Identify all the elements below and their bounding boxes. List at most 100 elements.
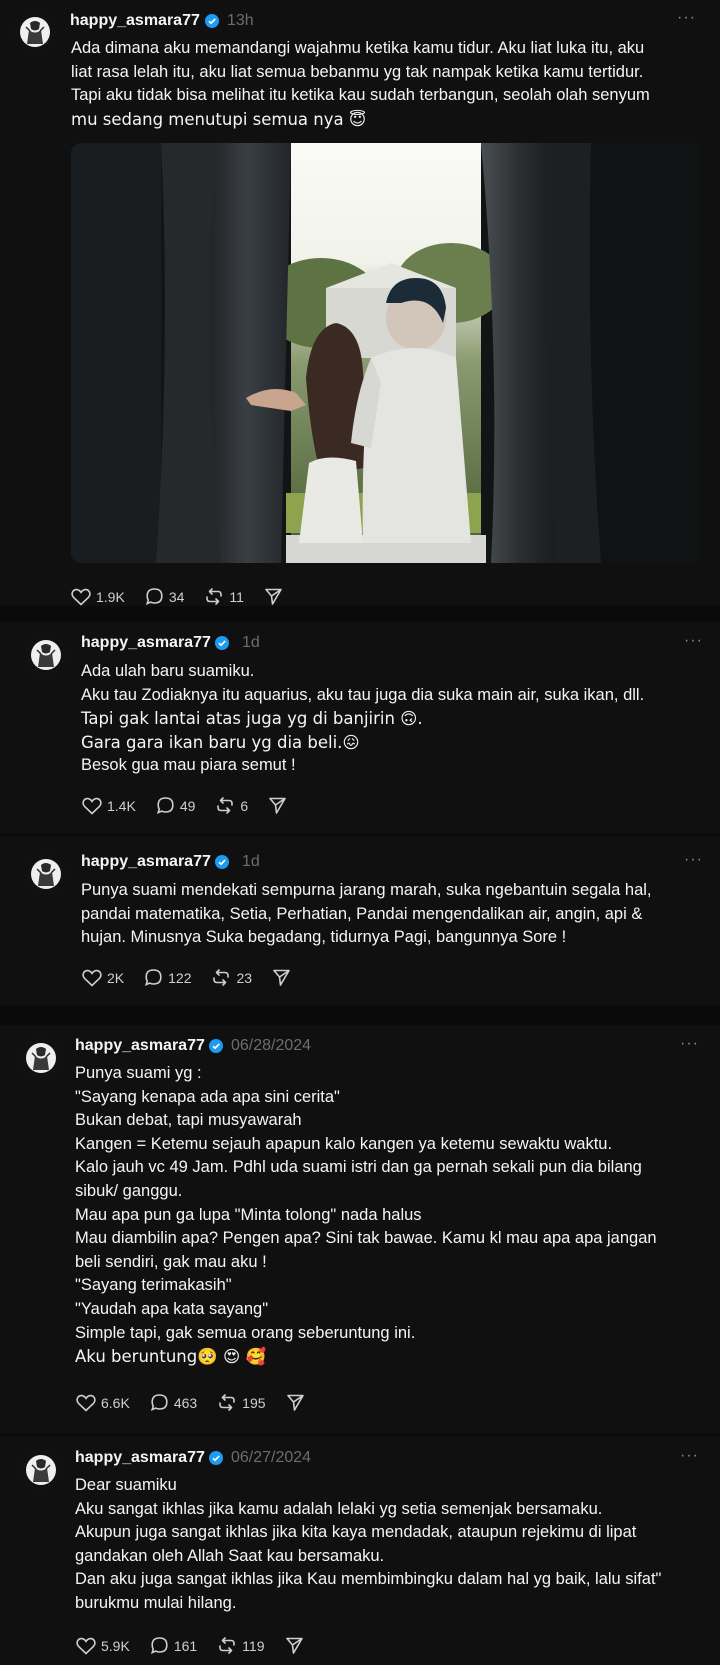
- repost-icon: [213, 969, 230, 986]
- username[interactable]: happy_asmara77: [81, 853, 211, 871]
- verified-icon: [215, 636, 229, 650]
- repost-count: 23: [236, 969, 253, 986]
- post-actions: 6.6K 463 195: [76, 1393, 330, 1412]
- post-timestamp: 1d: [242, 634, 260, 651]
- comment-icon: [145, 969, 162, 987]
- post-card: happy_asmara77 06/28/2024 ··· Punya suam…: [0, 1025, 720, 1433]
- couple-at-window-photo: [71, 143, 701, 563]
- avatar-figure-icon: [20, 1449, 62, 1491]
- like-button[interactable]: 5.9K: [76, 1637, 130, 1655]
- like-count: 6.6K: [101, 1394, 130, 1411]
- like-button[interactable]: 1.4K: [82, 797, 136, 815]
- comment-icon: [145, 588, 163, 606]
- post-timestamp: 13h: [227, 12, 254, 29]
- username[interactable]: happy_asmara77: [75, 1037, 205, 1055]
- like-button[interactable]: 6.6K: [76, 1394, 130, 1412]
- avatar[interactable]: [14, 11, 56, 53]
- comment-icon: [150, 1637, 168, 1655]
- post-text: Punya suami mendekati sempurna jarang ma…: [81, 881, 652, 947]
- share-icon: [273, 969, 290, 986]
- more-options-icon[interactable]: ···: [680, 1035, 699, 1053]
- comment-count: 463: [173, 1394, 198, 1411]
- repost-icon: [219, 1637, 235, 1654]
- verified-icon: [209, 1039, 223, 1053]
- comment-count: 49: [179, 797, 196, 814]
- comment-count: 34: [168, 588, 185, 605]
- avatar-figure-icon: [20, 1037, 62, 1079]
- post-text: Punya suami yg : "Sayang kenapa ada apa …: [75, 1064, 657, 1367]
- more-options-icon[interactable]: ···: [684, 851, 703, 869]
- post-timestamp: 06/27/2024: [231, 1449, 312, 1466]
- comment-icon: [156, 797, 174, 815]
- repost-button[interactable]: 119: [217, 1636, 265, 1655]
- like-count: 1.4K: [107, 797, 136, 814]
- post-card: happy_asmara77 1d ··· Punya suami mendek…: [0, 836, 720, 1006]
- share-icon: [265, 588, 282, 605]
- repost-icon: [217, 797, 234, 814]
- share-button[interactable]: [286, 1393, 310, 1412]
- comment-button[interactable]: 122: [144, 968, 191, 987]
- share-button[interactable]: [285, 1636, 309, 1655]
- repost-count: 11: [229, 588, 244, 605]
- share-button[interactable]: [272, 968, 296, 987]
- post-image[interactable]: [71, 143, 701, 563]
- repost-button[interactable]: 6: [215, 796, 248, 815]
- comment-icon: [150, 1394, 168, 1412]
- comment-button[interactable]: 34: [145, 587, 185, 606]
- username[interactable]: happy_asmara77: [70, 12, 200, 30]
- heart-icon: [82, 797, 102, 815]
- like-count: 1.9K: [96, 588, 125, 605]
- more-options-icon[interactable]: ···: [684, 632, 703, 650]
- repost-icon: [206, 588, 223, 605]
- heart-icon: [76, 1394, 96, 1412]
- verified-icon: [205, 14, 219, 28]
- repost-count: 6: [240, 797, 249, 814]
- avatar[interactable]: [20, 1037, 62, 1079]
- comment-count: 161: [173, 1637, 198, 1654]
- post-text: Dear suamiku Aku sangat ikhlas jika kamu…: [75, 1476, 662, 1612]
- post-card: happy_asmara77 1d ··· Ada ulah baru suam…: [0, 622, 720, 833]
- post-card: happy_asmara77 13h ··· Ada dimana aku me…: [0, 0, 720, 606]
- post-timestamp: 06/28/2024: [231, 1037, 312, 1054]
- like-count: 5.9K: [101, 1637, 130, 1654]
- post-actions: 2K 122 23: [82, 968, 316, 987]
- avatar[interactable]: [25, 634, 67, 676]
- repost-button[interactable]: 11: [204, 587, 244, 606]
- post-actions: 1.4K 49 6: [82, 796, 312, 815]
- avatar-figure-icon: [25, 634, 67, 676]
- more-options-icon[interactable]: ···: [677, 9, 696, 27]
- share-button[interactable]: [268, 796, 292, 815]
- like-button[interactable]: 2K: [82, 969, 124, 987]
- like-button[interactable]: 1.9K: [71, 588, 125, 606]
- heart-icon: [76, 1637, 96, 1655]
- verified-icon: [215, 855, 229, 869]
- username[interactable]: happy_asmara77: [81, 634, 211, 652]
- avatar[interactable]: [20, 1449, 62, 1491]
- repost-count: 119: [242, 1637, 265, 1654]
- share-icon: [286, 1394, 304, 1411]
- post-card: happy_asmara77 06/27/2024 ··· Dear suami…: [0, 1436, 720, 1665]
- share-icon: [285, 1637, 303, 1654]
- avatar-figure-icon: [25, 853, 67, 895]
- verified-icon: [209, 1451, 223, 1465]
- post-timestamp: 1d: [242, 853, 260, 870]
- comment-button[interactable]: 463: [150, 1393, 197, 1412]
- heart-icon: [71, 588, 91, 606]
- repost-button[interactable]: 23: [211, 968, 252, 987]
- username[interactable]: happy_asmara77: [75, 1449, 205, 1467]
- repost-button[interactable]: 195: [217, 1393, 266, 1412]
- share-icon: [269, 797, 286, 814]
- post-text: Ada dimana aku memandangi wajahmu ketika…: [71, 39, 650, 129]
- repost-icon: [219, 1394, 235, 1411]
- post-text: Ada ulah baru suamiku. Aku tau Zodiaknya…: [81, 662, 645, 775]
- heart-icon: [82, 969, 102, 987]
- avatar-figure-icon: [14, 11, 56, 53]
- more-options-icon[interactable]: ···: [680, 1447, 699, 1465]
- share-button[interactable]: [264, 587, 288, 606]
- comment-count: 122: [168, 969, 192, 986]
- comment-button[interactable]: 49: [156, 796, 196, 815]
- comment-button[interactable]: 161: [150, 1636, 197, 1655]
- post-actions: 1.9K 34 11: [71, 587, 308, 606]
- post-actions: 5.9K 161 119: [76, 1636, 329, 1655]
- avatar[interactable]: [25, 853, 67, 895]
